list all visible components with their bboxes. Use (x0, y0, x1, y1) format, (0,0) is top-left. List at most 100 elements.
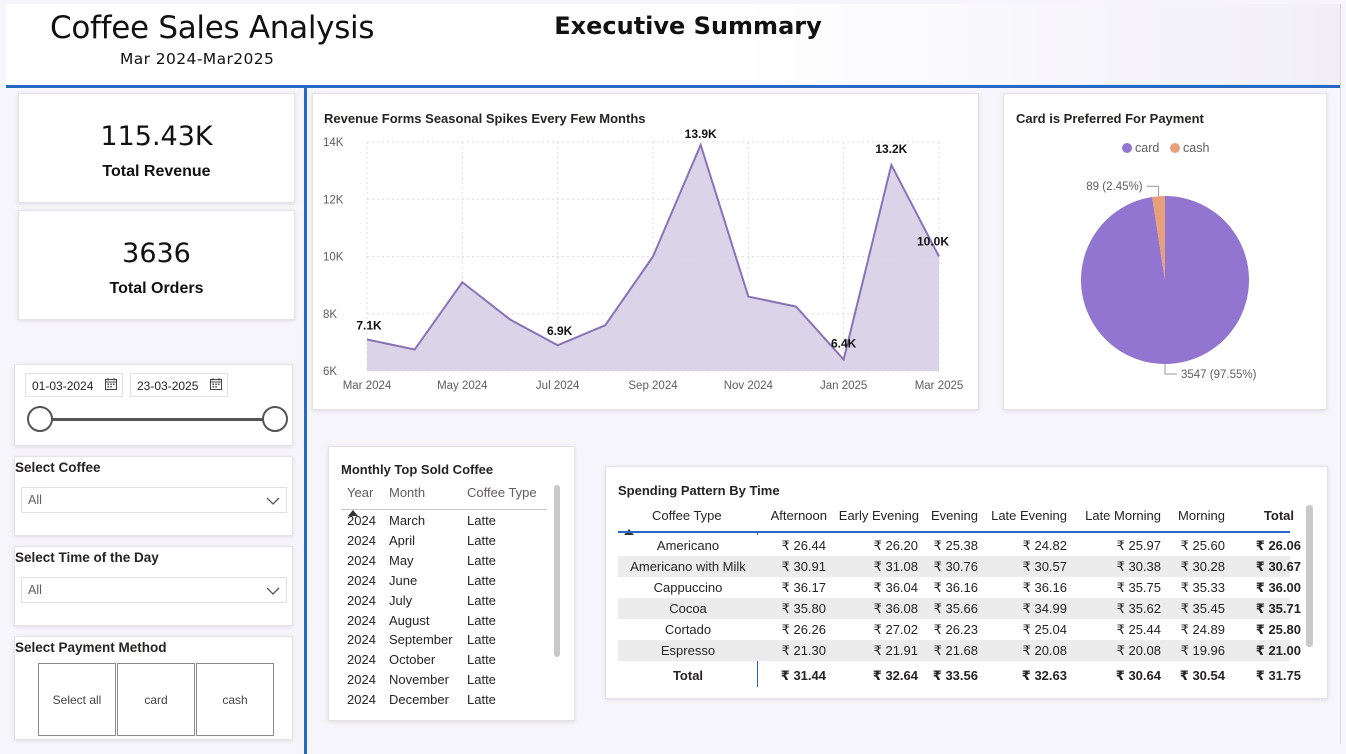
y-tick-label: 8K (323, 309, 337, 321)
table-cell: ₹ 30.76 (933, 559, 978, 574)
data-label: 13.9K (685, 127, 717, 141)
table-cell: Latte (467, 572, 496, 588)
table-cell: ₹ 31.08 (873, 559, 918, 574)
top-sold-card[interactable]: Monthly Top Sold Coffee Year Month Coffee … (328, 446, 575, 721)
table-cell: 2024 (347, 632, 376, 648)
coffee-dropdown[interactable]: All (21, 487, 287, 513)
table-cell: ₹ 36.04 (873, 580, 918, 595)
table-cell: ₹ 35.62 (1116, 601, 1161, 616)
scrollbar[interactable] (554, 485, 560, 657)
table-cell: ₹ 30.57 (1022, 559, 1067, 574)
time-slicer: Select Time of the Day All (14, 546, 293, 626)
payment-option-label: card (144, 692, 168, 707)
column-header[interactable]: Month (389, 485, 425, 500)
x-tick-label: Jan 2025 (820, 380, 867, 392)
table-cell: May (389, 552, 414, 568)
payment-slicer: Select Payment Method Select all card ca… (14, 636, 293, 740)
spending-matrix: Coffee Type Afternoon Early Evening Evening… (606, 467, 1329, 700)
row-header-divider (757, 663, 758, 687)
column-header[interactable]: Coffee Type (467, 485, 537, 500)
column-header[interactable]: Afternoon (771, 508, 827, 523)
time-slicer-title: Select Time of the Day (15, 550, 159, 565)
data-label: 13.2K (875, 142, 907, 156)
table-cell: ₹ 36.17 (781, 580, 826, 595)
column-header[interactable]: Year (347, 485, 373, 500)
table-cell: ₹ 26.20 (873, 538, 918, 553)
page-edge (1340, 4, 1341, 744)
slider-start-handle[interactable] (27, 406, 53, 432)
total-cell: ₹ 33.56 (932, 668, 978, 683)
table-cell: Latte (467, 513, 496, 528)
revenue-chart-card[interactable]: Revenue Forms Seasonal Spikes Every Few … (312, 93, 979, 410)
legend-label[interactable]: card (1135, 141, 1159, 155)
table-cell: ₹ 35.33 (1180, 580, 1225, 595)
kpi-card-revenue[interactable]: 115.43K Total Revenue (18, 93, 295, 203)
slider-end-handle[interactable] (262, 406, 288, 432)
kpi-card-orders[interactable]: 3636 Total Orders (18, 210, 295, 320)
table-cell: Latte (467, 672, 496, 688)
table-cell: Latte (467, 692, 496, 708)
spending-card[interactable]: Spending Pattern By Time Coffee Type Afte… (605, 466, 1328, 699)
table-cell: ₹ 35.80 (781, 601, 826, 616)
payment-option-cash[interactable]: cash (196, 663, 274, 736)
payment-option-label: cash (222, 692, 248, 707)
y-tick-label: 14K (323, 137, 344, 149)
calendar-icon[interactable] (104, 377, 118, 394)
kpi-revenue-label: Total Revenue (102, 163, 211, 180)
column-header[interactable]: Total (1264, 508, 1294, 523)
column-header[interactable]: Morning (1178, 508, 1225, 523)
payment-option-card[interactable]: card (117, 663, 195, 736)
table-cell: ₹ 27.02 (873, 622, 918, 637)
start-date-value: 01-03-2024 (32, 379, 94, 393)
table-cell: ₹ 30.28 (1180, 559, 1225, 574)
table-cell: ₹ 25.60 (1180, 538, 1225, 553)
app-title: Coffee Sales Analysis (50, 10, 375, 46)
column-header[interactable]: Coffee Type (652, 508, 722, 523)
table-cell: Latte (467, 592, 496, 608)
end-date-value: 23-03-2025 (137, 379, 199, 393)
table-cell: 2024 (347, 672, 376, 688)
table-cell: ₹ 21.68 (933, 643, 978, 658)
table-cell: ₹ 20.08 (1116, 643, 1161, 658)
table-cell: ₹ 36.16 (933, 580, 978, 595)
column-header[interactable]: Early Evening (839, 508, 919, 523)
scrollbar[interactable] (1306, 505, 1313, 647)
end-date-input[interactable]: 23-03-2025 (130, 373, 228, 397)
column-header[interactable]: Evening (931, 508, 978, 523)
table-cell: Americano with Milk (630, 559, 746, 574)
kpi-orders-value: 3636 (122, 238, 191, 269)
leader-line (1146, 185, 1160, 197)
table-cell: Latte (467, 532, 496, 548)
table-cell: ₹ 36.16 (1022, 580, 1067, 595)
table-cell: Cortado (664, 622, 712, 637)
table-cell: ₹ 25.38 (933, 538, 978, 553)
x-tick-label: Mar 2024 (343, 380, 392, 392)
table-cell: ₹ 26.44 (781, 538, 826, 553)
table-cell: ₹ 30.38 (1116, 559, 1161, 574)
coffee-dropdown-value: All (28, 493, 42, 507)
time-dropdown[interactable]: All (21, 577, 287, 603)
column-header[interactable]: Late Evening (991, 508, 1067, 523)
chevron-down-icon (266, 495, 280, 509)
y-tick-label: 12K (323, 194, 344, 206)
payment-option-select-all[interactable]: Select all (38, 663, 116, 736)
table-cell: ₹ 30.91 (781, 559, 826, 574)
table-cell: 2024 (347, 652, 376, 668)
total-cell: ₹ 31.44 (780, 668, 826, 683)
calendar-icon[interactable] (209, 377, 223, 394)
start-date-input[interactable]: 01-03-2024 (25, 373, 123, 397)
coffee-slicer-title: Select Coffee (15, 460, 101, 475)
total-cell: ₹ 30.54 (1179, 668, 1225, 683)
table-cell: Cocoa (669, 601, 707, 616)
coffee-slicer: Select Coffee All (14, 456, 293, 536)
leader-line (1164, 364, 1177, 375)
column-header[interactable]: Late Morning (1085, 508, 1161, 523)
table-cell: 2024 (347, 552, 376, 568)
table-cell: ₹ 35.71 (1255, 601, 1301, 616)
y-tick-label: 10K (323, 252, 344, 264)
legend-label[interactable]: cash (1183, 141, 1209, 155)
x-tick-label: Sep 2024 (628, 380, 678, 392)
table-cell: Latte (467, 552, 496, 568)
payment-pie-card[interactable]: Card is Preferred For Payment card cash 89… (1003, 93, 1327, 410)
slider-track[interactable] (39, 418, 275, 421)
